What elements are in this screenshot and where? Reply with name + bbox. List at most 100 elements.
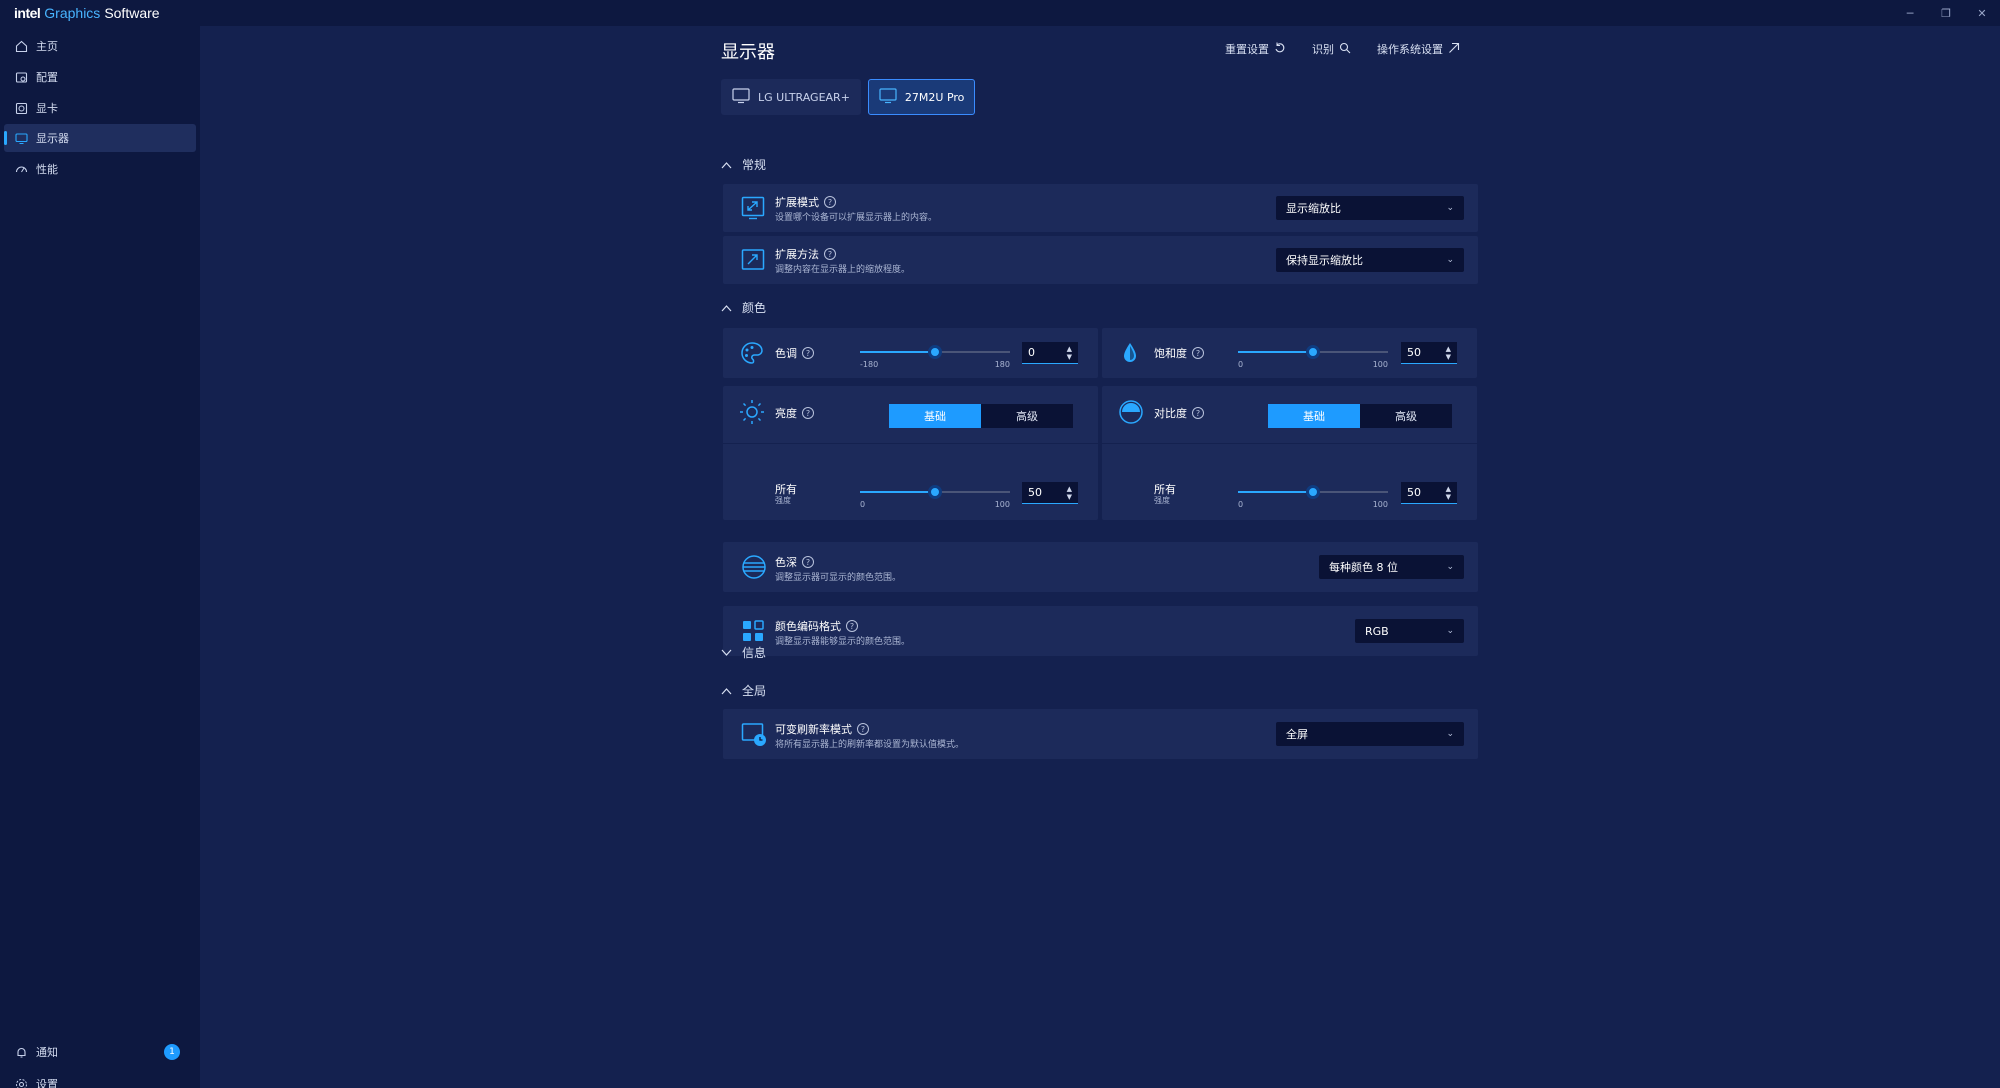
brightness-slider[interactable]: 0 100 [860, 482, 1010, 509]
gpu-icon [6, 102, 36, 115]
help-icon[interactable]: ? [1192, 407, 1204, 419]
reset-settings-button[interactable]: 重置设置 [1225, 41, 1286, 57]
monitor-tab-lg-ultragear[interactable]: LG ULTRAGEAR+ [721, 79, 861, 115]
sidebar-item-label: 设置 [36, 1078, 58, 1088]
vrr-title-wrap: 可变刷新率模式 ? [775, 721, 869, 737]
help-icon[interactable]: ? [857, 723, 869, 735]
vrr-desc: 将所有显示器上的刷新率都设置为默认值模式。 [775, 740, 965, 750]
spinner-arrows-icon[interactable]: ▲ ▼ [1067, 345, 1072, 361]
minimize-button[interactable]: ─ [1892, 0, 1928, 26]
help-icon[interactable]: ? [802, 347, 814, 359]
brightness-advanced-button[interactable]: 高级 [981, 404, 1073, 428]
section-title: 常规 [742, 158, 767, 172]
color-depth-title: 色深 [775, 556, 797, 569]
slider-min-label: -180 [860, 360, 879, 369]
slider-thumb[interactable] [1306, 345, 1320, 359]
slider-min-label: 0 [1238, 360, 1244, 369]
hue-slider[interactable]: -180 180 [860, 342, 1010, 369]
sidebar-item-display[interactable]: 显示器 [4, 124, 196, 152]
chevron-down-icon [721, 646, 732, 660]
palette-icon [739, 341, 765, 368]
search-icon [1339, 42, 1351, 57]
select-value: 每种颜色 8 位 [1329, 561, 1398, 574]
contrast-advanced-button[interactable]: 高级 [1360, 404, 1452, 428]
monitor-tab-label: 27M2U Pro [904, 90, 965, 104]
brand-software: Software [104, 5, 160, 21]
scale-method-desc: 调整内容在显示器上的缩放程度。 [775, 265, 911, 275]
close-button[interactable]: ✕ [1964, 0, 2000, 26]
scale-method-title-wrap: 扩展方法 ? [775, 246, 836, 262]
spinner-arrows-icon[interactable]: ▲ ▼ [1446, 485, 1451, 501]
sidebar-item-performance[interactable]: 性能 [4, 155, 196, 183]
saturation-number-input[interactable]: 50 ▲ ▼ [1401, 342, 1457, 364]
sidebar-item-label: 主页 [36, 40, 58, 53]
chevron-down-icon: ⌄ [1446, 562, 1454, 572]
contrast-number-input[interactable]: 50 ▲ ▼ [1401, 482, 1457, 504]
monitor-icon [732, 87, 750, 107]
monitor-tab-27m2u-pro[interactable]: 27M2U Pro [867, 79, 976, 115]
brightness-number-input[interactable]: 50 ▲ ▼ [1022, 482, 1078, 504]
sidebar-item-notifications[interactable]: 通知 1 [4, 1038, 196, 1066]
slider-min-label: 0 [1238, 500, 1244, 509]
slider-thumb[interactable] [928, 485, 942, 499]
sidebar-item-home[interactable]: 主页 [4, 32, 196, 60]
sidebar-item-profiles[interactable]: 配置 [4, 63, 196, 91]
scale-mode-title-wrap: 扩展模式 ? [775, 194, 836, 210]
scale-mode-select[interactable]: 显示缩放比 ⌄ [1276, 196, 1464, 220]
color-encoding-select[interactable]: RGB ⌄ [1355, 619, 1464, 643]
sidebar-item-label: 显示器 [36, 132, 69, 145]
contrast-title-wrap: 对比度 ? [1154, 405, 1204, 421]
notification-badge: 1 [164, 1044, 180, 1060]
help-icon[interactable]: ? [846, 620, 858, 632]
divider [1102, 443, 1477, 444]
select-value: 保持显示缩放比 [1286, 254, 1363, 267]
scale-method-title: 扩展方法 [775, 248, 819, 261]
slider-thumb[interactable] [1306, 485, 1320, 499]
slider-max-label: 180 [994, 360, 1010, 369]
help-icon[interactable]: ? [824, 248, 836, 260]
brightness-basic-button[interactable]: 基础 [889, 404, 981, 428]
help-icon[interactable]: ? [1192, 347, 1204, 359]
brand-intel: intel [14, 5, 41, 21]
window-controls: ─ ❐ ✕ [1892, 0, 2000, 26]
hue-title: 色调 [775, 347, 797, 360]
help-icon[interactable]: ? [802, 556, 814, 568]
sidebar-item-settings[interactable]: 设置 [4, 1070, 196, 1088]
sidebar-item-gpu[interactable]: 显卡 [4, 94, 196, 122]
scale-method-select[interactable]: 保持显示缩放比 ⌄ [1276, 248, 1464, 272]
section-title: 全局 [742, 684, 767, 698]
restore-button[interactable]: ❐ [1928, 0, 1964, 26]
vrr-select[interactable]: 全屏 ⌄ [1276, 722, 1464, 746]
section-global-header[interactable]: 全局 [721, 682, 766, 699]
section-info-header[interactable]: 信息 [721, 644, 766, 661]
main-panel: 显示器 重置设置 识别 操作系统设置 LG ULTRAGEAR+ 27M2U P… [200, 26, 2000, 1088]
sidebar: 主页 配置 显卡 显示器 性能 通知 1 设置 [0, 26, 200, 1088]
section-general-header[interactable]: 常规 [721, 156, 766, 173]
spinner-arrows-icon[interactable]: ▲ ▼ [1067, 485, 1072, 501]
os-settings-link[interactable]: 操作系统设置 [1377, 41, 1460, 57]
slider-min-label: 0 [860, 500, 866, 509]
scale-method-icon [741, 248, 765, 275]
spinner-arrows-icon[interactable]: ▲ ▼ [1446, 345, 1451, 361]
section-color-header[interactable]: 颜色 [721, 299, 766, 316]
home-icon [6, 40, 36, 53]
help-icon[interactable]: ? [802, 407, 814, 419]
contrast-slider[interactable]: 0 100 [1238, 482, 1388, 509]
section-title: 颜色 [742, 301, 767, 315]
slider-thumb[interactable] [928, 345, 942, 359]
saturation-slider[interactable]: 0 100 [1238, 342, 1388, 369]
identify-button[interactable]: 识别 [1312, 41, 1351, 57]
color-depth-select[interactable]: 每种颜色 8 位 ⌄ [1319, 555, 1464, 579]
hue-number-input[interactable]: 0 ▲ ▼ [1022, 342, 1078, 364]
slider-max-label: 100 [1372, 500, 1388, 509]
contrast-basic-button[interactable]: 基础 [1268, 404, 1360, 428]
scale-mode-icon [741, 196, 765, 223]
profile-icon [6, 71, 36, 84]
color-depth-desc: 调整显示器可显示的颜色范围。 [775, 573, 902, 583]
brightness-card: 亮度 ? 基础 高级 所有 强度 0 100 50 ▲ ▼ [723, 386, 1098, 520]
number-value: 50 [1407, 486, 1421, 499]
help-icon[interactable]: ? [824, 196, 836, 208]
slider-fill [860, 491, 935, 493]
scale-mode-desc: 设置哪个设备可以扩展显示器上的内容。 [775, 213, 938, 223]
reset-icon [1274, 42, 1286, 57]
